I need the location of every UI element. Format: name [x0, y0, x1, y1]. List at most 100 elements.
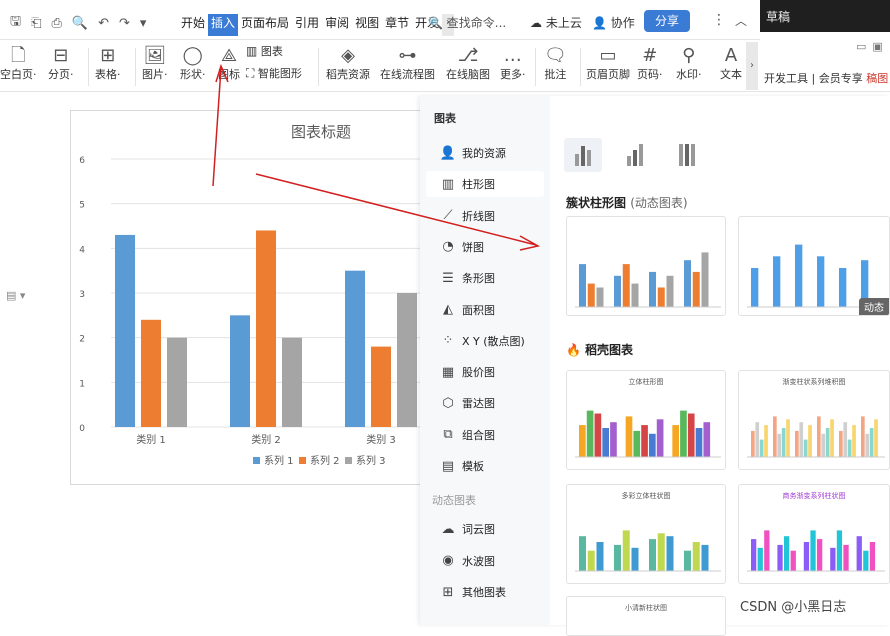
smart-graphic-icon: ⛶: [246, 66, 255, 80]
menu-tab-1[interactable]: 插入: [208, 14, 239, 36]
thumb-dynamic-column[interactable]: 动态: [738, 216, 890, 316]
preview-icon[interactable]: 🔍: [72, 16, 88, 31]
save-icon[interactable]: 🖫: [10, 12, 21, 34]
mindmap-label: 在线脑图: [446, 68, 490, 81]
window-tile-icon[interactable]: ▣: [872, 40, 888, 53]
toolbar-smart-graphic[interactable]: ⛶ 智能图形: [246, 66, 302, 81]
menu-tab-5[interactable]: 视图: [352, 14, 382, 36]
toolbar-header-footer[interactable]: ▭ 页眉页脚: [586, 44, 630, 82]
dynamic-item-2[interactable]: ⊞ 其他图表: [426, 579, 544, 605]
share-button[interactable]: 分享: [644, 10, 690, 32]
panel-item-8[interactable]: ⬡ 雷达图: [426, 390, 544, 416]
panel-item-5[interactable]: ◭ 面积图: [426, 297, 544, 323]
toolbar-textbox[interactable]: A 文本: [720, 44, 742, 82]
more-menu-icon[interactable]: ⋮: [712, 12, 726, 28]
panel-main: 簇状柱形图 (动态图表) 动态 🔥 稻壳图表 立体柱形图 渐变柱状系列堆积图 多彩…: [550, 96, 890, 636]
panel-item-1[interactable]: ▥ 柱形图: [426, 171, 544, 198]
y-tick-label: 4: [79, 245, 85, 255]
dynamic-item-1[interactable]: ◉ 水波图: [426, 548, 544, 574]
print-icon[interactable]: ⎙: [51, 16, 61, 31]
thumb-bar: [839, 268, 847, 307]
panel-item-2[interactable]: ⟋ 折线图: [426, 203, 544, 229]
x-tick-label: 类别 2: [251, 433, 281, 446]
thumb-business-gradient[interactable]: 商务渐变系列柱状图: [738, 484, 890, 584]
toolbar-page-break[interactable]: ⊟ 分页·: [48, 44, 74, 82]
thumb-chart: [747, 416, 885, 458]
toolbar-mindmap[interactable]: ⎇ 在线脑图: [446, 44, 490, 82]
tab-percent-column[interactable]: [668, 138, 706, 172]
window-restore-icon[interactable]: ▭: [856, 40, 872, 53]
toolbar-flowchart[interactable]: ⊶ 在线流程图: [380, 44, 435, 82]
thumb-bar: [764, 425, 768, 457]
chart-object[interactable]: 图表标题 0 1 2 3 4 5 6 类别 1 类别 2 类别 3 系列 1 系列 2 系列 3: [70, 110, 421, 485]
thumb-bar: [786, 419, 790, 457]
tab-clustered-column[interactable]: [564, 138, 602, 172]
toolbar-icon-lib[interactable]: ⟁ 图标: [218, 44, 240, 82]
thumb-clustered-column[interactable]: [566, 216, 726, 316]
toolbar-comment[interactable]: 🗨 批注: [544, 44, 567, 82]
panel-item-label: 股价图: [462, 366, 495, 380]
undo-icon[interactable]: ↶: [98, 16, 109, 31]
panel-sidebar: 图表 👤 我的资源 ▥ 柱形图 ⟋ 折线图 ◔ 饼图 ☰ 条形图 ◭ 面积图 ⁘ X Y (散点图) ▦ 股价…: [420, 96, 550, 625]
toolbar-page-number[interactable]: # 页码·: [637, 44, 663, 82]
customize-dropdown-icon[interactable]: ▾: [140, 16, 147, 31]
thumb-gradient-stack[interactable]: 渐变柱状系列堆积图: [738, 370, 890, 470]
thumb-bar: [759, 439, 764, 457]
toolbar-shape[interactable]: ◯ 形状·: [180, 44, 206, 82]
toolbar-more[interactable]: … 更多·: [500, 44, 526, 82]
thumb-bar: [773, 416, 777, 457]
thumb-bar: [810, 530, 816, 571]
table-label: 表格·: [95, 68, 121, 81]
redo-icon[interactable]: ↷: [119, 16, 130, 31]
toolbar-resource[interactable]: ◈ 稻壳资源: [326, 44, 370, 82]
watermark-icon: ⚲: [682, 45, 696, 66]
toolbar-table[interactable]: ⊞ 表格·: [95, 44, 121, 82]
thumb-bar: [865, 433, 870, 457]
panel-item-7[interactable]: ▦ 股价图: [426, 359, 544, 385]
panel-item-10[interactable]: ▤ 模板: [426, 453, 544, 479]
panel-item-0[interactable]: 👤 我的资源: [426, 140, 544, 166]
toolbar-picture[interactable]: 🖼 图片·: [142, 44, 168, 82]
menu-tab-4[interactable]: 审阅: [322, 14, 352, 36]
doc-layout-icon[interactable]: ▤ ▾: [6, 289, 25, 302]
panel-item-3[interactable]: ◔ 饼图: [426, 234, 544, 260]
menu-tab-2[interactable]: 页面布局: [238, 14, 292, 36]
thumb-fresh-column[interactable]: 小清新柱状图: [566, 596, 726, 636]
thumb-3d-column[interactable]: 立体柱形图: [566, 370, 726, 470]
thumb-bar: [610, 422, 617, 457]
command-search[interactable]: 🔍 查找命令...: [428, 14, 506, 31]
tab-dev-tools[interactable]: 开发工具: [764, 72, 808, 85]
thumb-bar: [847, 439, 852, 457]
chart-label: 图表: [260, 45, 283, 58]
export-icon[interactable]: ⎗: [31, 16, 41, 31]
menu-tab-6[interactable]: 章节: [382, 14, 412, 36]
cloud-status[interactable]: ☁ 未上云: [530, 14, 582, 31]
flowchart-icon: ⊶: [398, 45, 417, 66]
collab-button[interactable]: 👤 协作: [592, 14, 635, 31]
toolbar-watermark[interactable]: ⚲ 水印·: [676, 44, 702, 82]
toolbar-chart[interactable]: ▥ 图表: [246, 44, 283, 59]
panel-item-6[interactable]: ⁘ X Y (散点图): [426, 328, 544, 354]
dark-tab[interactable]: 草稿: [760, 0, 890, 32]
dynamic-item-0[interactable]: ☁ 词云图: [426, 516, 544, 542]
menu-tabs: 开始 插入 页面布局 引用 审阅 视图 章节 开发 ›: [178, 14, 455, 36]
thumb-colorful-3d[interactable]: 多彩立体柱状图: [566, 484, 726, 584]
thumb-bar: [808, 425, 812, 457]
panel-item-label: 折线图: [462, 209, 495, 223]
menu-tab-3[interactable]: 引用: [292, 14, 322, 36]
toolbar-blank-page[interactable]: 🗋 空白页·: [0, 44, 37, 82]
panel-item-icon: ▤: [441, 458, 455, 474]
chart-title: 图表标题: [291, 123, 351, 141]
collapse-ribbon-icon[interactable]: ︿: [735, 12, 747, 29]
tab-member[interactable]: 会员专享: [819, 72, 863, 85]
tab-stacked-column[interactable]: [616, 138, 654, 172]
panel-item-4[interactable]: ☰ 条形图: [426, 265, 544, 291]
thumb-bar: [852, 425, 856, 457]
thumb-bar: [692, 271, 700, 307]
chart-panel: 图表 👤 我的资源 ▥ 柱形图 ⟋ 折线图 ◔ 饼图 ☰ 条形图 ◭ 面积图 ⁘ X Y (散点图) ▦ 股价…: [420, 96, 890, 636]
menu-tab-0[interactable]: 开始: [178, 14, 208, 36]
panel-item-9[interactable]: ⧉ 组合图: [426, 422, 544, 448]
panel-item-icon: ⟋: [443, 208, 453, 224]
toolbar-scroll-right[interactable]: ›: [746, 42, 758, 90]
tab-draft-graph[interactable]: 稿图: [866, 72, 888, 85]
